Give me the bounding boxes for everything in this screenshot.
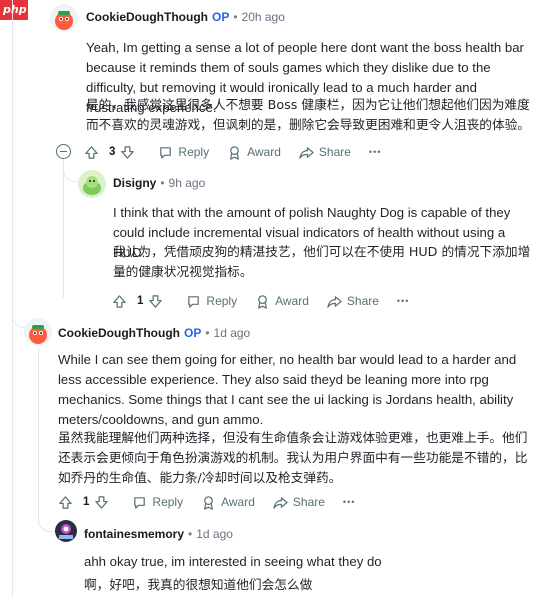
more-icon: •••	[342, 497, 356, 507]
vote-count: 3	[109, 146, 116, 158]
award-button[interactable]: Award	[201, 495, 255, 510]
reply-button[interactable]: Reply	[186, 294, 237, 309]
author-name[interactable]: fontainesmemory	[84, 527, 184, 541]
share-button[interactable]: Share	[273, 495, 325, 510]
op-badge: OP	[211, 10, 230, 24]
avatar[interactable]	[55, 520, 77, 542]
reply-icon	[160, 146, 172, 159]
more-icon: •••	[368, 147, 382, 157]
upvote-icon[interactable]	[58, 495, 73, 510]
comment-meta: CookieDoughThough OP • 20h ago	[86, 10, 285, 24]
downvote-icon[interactable]	[120, 145, 135, 160]
upvote-icon[interactable]	[84, 145, 99, 160]
share-icon	[273, 496, 288, 509]
vote-group: 1	[112, 294, 168, 309]
upvote-icon[interactable]	[112, 294, 127, 309]
downvote-icon[interactable]	[94, 495, 109, 510]
reply-button[interactable]: Reply	[132, 495, 183, 510]
op-badge: OP	[183, 326, 202, 340]
vote-count: 1	[83, 496, 90, 508]
avatar[interactable]	[78, 170, 106, 198]
comment-meta: Disigny • 9h ago	[113, 176, 206, 190]
thread-curve	[12, 300, 26, 328]
timestamp[interactable]: 9h ago	[169, 176, 206, 190]
avatar[interactable]	[24, 318, 52, 346]
comment-text-cn: 虽然我能理解他们两种选择，但没有生命值条会让游戏体验更难，也更难上手。他们还表示…	[58, 430, 528, 485]
watermark-logo: php	[0, 0, 28, 20]
share-button[interactable]: Share	[299, 145, 351, 160]
comment-text-cn: 啊，好吧，我真的很想知道他们会怎么做	[84, 577, 313, 592]
reply-icon	[188, 295, 200, 308]
author-name[interactable]: Disigny	[113, 176, 156, 190]
vote-group: 3	[84, 145, 140, 160]
award-button[interactable]: Award	[227, 145, 281, 160]
vote-group: 1	[58, 495, 114, 510]
comment-text-en: While I can see them going for either, n…	[58, 352, 517, 427]
thread-curve	[38, 508, 56, 532]
reply-button[interactable]: Reply	[158, 145, 209, 160]
thread-line	[38, 348, 39, 523]
award-icon	[204, 495, 213, 510]
comment-actions: 1 Reply Award Share •••	[58, 490, 373, 514]
comment-actions: 3 Reply Award Share •••	[84, 140, 399, 164]
award-button[interactable]: Award	[255, 294, 309, 309]
author-name[interactable]: CookieDoughThough	[58, 326, 180, 340]
thread-line	[63, 158, 64, 298]
more-options-button[interactable]: •••	[369, 147, 381, 157]
comment-text-en: ahh okay true, im interested in seeing w…	[84, 554, 382, 569]
thread-line	[12, 0, 13, 598]
timestamp[interactable]: 1d ago	[196, 527, 233, 541]
award-icon	[258, 294, 267, 309]
comment-text-cn: 是的，我感觉这里很多人不想要 Boss 健康栏，因为它让他们想起他们因为难度而不…	[86, 97, 531, 132]
vote-count: 1	[137, 295, 144, 307]
downvote-icon[interactable]	[148, 294, 163, 309]
reply-icon	[134, 496, 146, 509]
more-options-button[interactable]: •••	[343, 497, 355, 507]
share-icon	[299, 146, 314, 159]
author-name[interactable]: CookieDoughThough	[86, 10, 208, 24]
comment-text-cn: 我认为，凭借顽皮狗的精湛技艺，他们可以在不使用 HUD 的情况下添加增量的健康状…	[113, 244, 531, 279]
share-button[interactable]: Share	[327, 294, 379, 309]
collapse-button[interactable]	[56, 144, 71, 159]
comment-meta: CookieDoughThough OP • 1d ago	[58, 326, 251, 340]
timestamp[interactable]: 1d ago	[214, 326, 251, 340]
comment-actions: 1 Reply Award Share •••	[112, 289, 427, 313]
avatar[interactable]	[50, 4, 78, 32]
share-icon	[327, 295, 342, 308]
award-icon	[230, 145, 239, 160]
more-icon: •••	[396, 296, 410, 306]
more-options-button[interactable]: •••	[397, 296, 409, 306]
timestamp[interactable]: 20h ago	[242, 10, 285, 24]
thread-curve	[63, 160, 79, 182]
comment-meta: fontainesmemory • 1d ago	[84, 527, 233, 541]
